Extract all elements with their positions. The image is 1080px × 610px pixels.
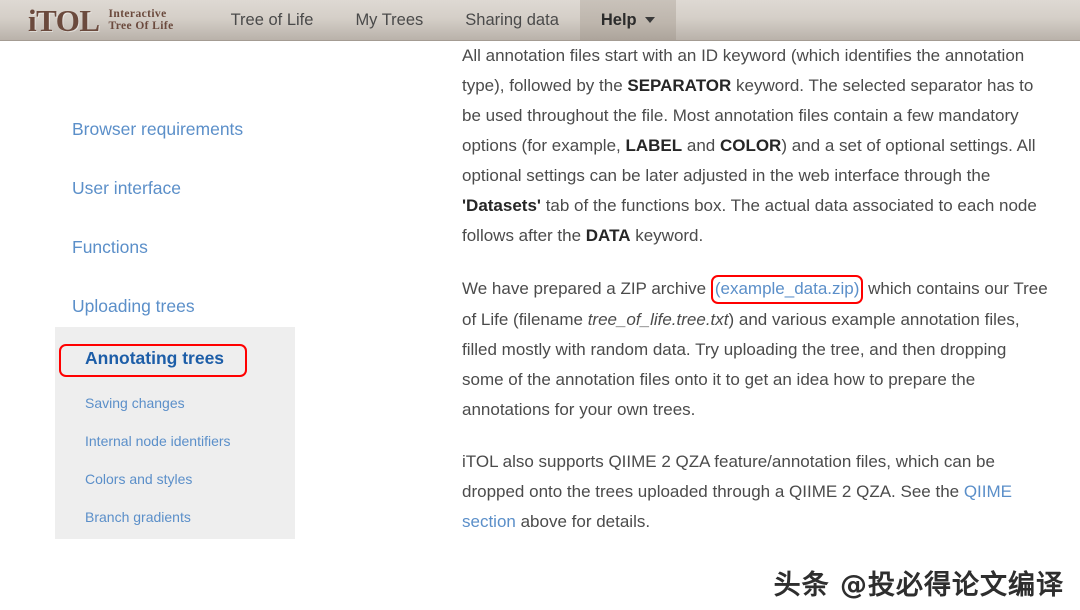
logo-tagline: Interactive Tree Of Life — [109, 8, 174, 32]
help-sidebar: Browser requirements User interface Func… — [0, 41, 440, 610]
sidebar-item-branch-gradients-label: Branch gradients — [85, 509, 191, 525]
p3-seg1: iTOL also supports QIIME 2 QZA feature/a… — [462, 452, 995, 501]
nav-item-sharing-data[interactable]: Sharing data — [444, 0, 580, 40]
page-root: iTOL Interactive Tree Of Life Tree of Li… — [0, 0, 1080, 610]
itol-logo[interactable]: iTOL Interactive Tree Of Life — [0, 0, 188, 40]
p1-seg3: and — [682, 136, 720, 155]
filename-tree-of-life: tree_of_life.tree.txt — [587, 310, 729, 329]
nav-item-sharing-data-label: Sharing data — [465, 10, 559, 29]
logo-tagline-line2: Tree Of Life — [108, 20, 174, 32]
sidebar-item-functions[interactable]: Functions — [72, 237, 148, 258]
paragraph-qiime-support: iTOL also supports QIIME 2 QZA feature/a… — [462, 447, 1052, 537]
nav-item-tree-of-life-label: Tree of Life — [230, 10, 314, 29]
nav-item-help[interactable]: Help — [579, 0, 676, 40]
sidebar-item-colors-and-styles[interactable]: Colors and styles — [55, 471, 295, 487]
nav-item-my-trees-label: My Trees — [355, 10, 424, 29]
sidebar-active-section-panel: Annotating trees Saving changes Internal… — [55, 327, 295, 539]
sidebar-item-functions-label: Functions — [72, 237, 148, 257]
watermark-text: 头条 @投必得论文编译 — [774, 563, 1064, 602]
nav-item-help-label: Help — [600, 10, 637, 29]
nav-item-my-trees[interactable]: My Trees — [334, 0, 444, 40]
watermark-label: 头条 @投必得论文编译 — [773, 570, 1064, 601]
example-data-zip-link[interactable]: (example_data.zip) — [715, 279, 860, 298]
keyword-color: COLOR — [719, 136, 782, 155]
sidebar-item-colors-and-styles-label: Colors and styles — [85, 471, 193, 487]
sidebar-item-annotating-trees[interactable]: Annotating trees — [77, 345, 232, 373]
p3-seg2: above for details. — [515, 512, 651, 531]
navbar-links: Tree of Life My Trees Sharing data Help — [210, 0, 676, 40]
logo-wordmark: iTOL — [28, 5, 100, 36]
keyword-separator: SEPARATOR — [627, 76, 732, 95]
paragraph-annotation-file-format: All annotation files start with an ID ke… — [462, 41, 1052, 251]
p1-seg6: keyword. — [630, 226, 704, 245]
sidebar-item-saving-changes[interactable]: Saving changes — [55, 395, 295, 411]
logo-wordmark-text: iTOL — [28, 2, 100, 38]
nav-item-tree-of-life[interactable]: Tree of Life — [210, 0, 335, 40]
p1-seg5: tab of the functions box. The actual dat… — [462, 196, 1037, 245]
sidebar-item-internal-node-identifiers[interactable]: Internal node identifiers — [55, 433, 295, 449]
sidebar-item-browser-requirements[interactable]: Browser requirements — [72, 119, 243, 140]
paragraph-example-archive: We have prepared a ZIP archive (example_… — [462, 273, 1052, 425]
keyword-datasets-tab: 'Datasets' — [462, 196, 541, 215]
example-data-zip-link-wrapper[interactable]: (example_data.zip) — [710, 273, 864, 305]
sidebar-item-user-interface[interactable]: User interface — [72, 178, 181, 199]
sidebar-item-uploading-trees-label: Uploading trees — [72, 296, 195, 316]
sidebar-item-internal-node-identifiers-label: Internal node identifiers — [85, 433, 231, 449]
logo-tagline-line1: Interactive — [108, 7, 167, 20]
sidebar-item-branch-gradients[interactable]: Branch gradients — [55, 509, 295, 525]
keyword-data: DATA — [585, 226, 631, 245]
keyword-label: LABEL — [625, 136, 683, 155]
p2-seg1: We have prepared a ZIP archive — [462, 279, 711, 298]
top-navbar: iTOL Interactive Tree Of Life Tree of Li… — [0, 0, 1080, 41]
sidebar-item-saving-changes-label: Saving changes — [85, 395, 185, 411]
sidebar-item-annotating-trees-label: Annotating trees — [85, 348, 225, 368]
sidebar-item-browser-requirements-label: Browser requirements — [72, 119, 244, 139]
sidebar-item-uploading-trees[interactable]: Uploading trees — [72, 296, 195, 317]
sidebar-item-user-interface-label: User interface — [72, 178, 181, 198]
help-article-body: All annotation files start with an ID ke… — [462, 41, 1052, 610]
chevron-down-icon — [644, 17, 655, 23]
